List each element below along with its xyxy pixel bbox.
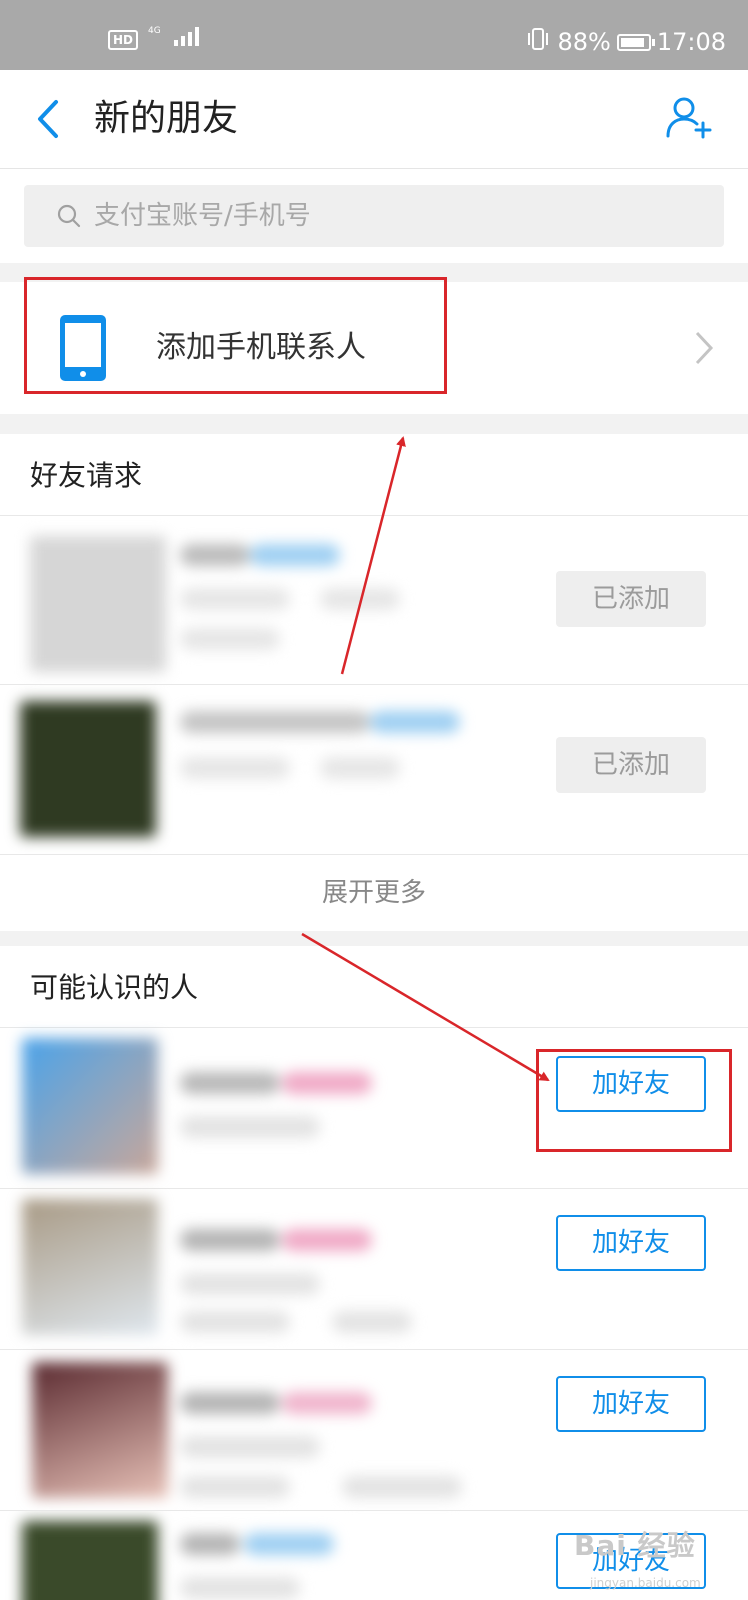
page-title: 新的朋友	[94, 98, 239, 139]
add-friend-button[interactable]	[664, 94, 714, 144]
blur-meta	[180, 628, 280, 650]
search-icon	[57, 204, 81, 228]
avatar	[20, 701, 156, 837]
blur-tag	[282, 1072, 372, 1094]
battery-icon	[616, 33, 655, 51]
battery-fill	[620, 37, 644, 47]
blur-name	[180, 1229, 280, 1251]
blur-name	[180, 1072, 280, 1094]
blurred-user-info	[20, 516, 510, 684]
blur-meta	[180, 588, 290, 610]
blur-meta	[342, 1476, 462, 1498]
clock: 17:08	[656, 28, 726, 56]
avatar	[22, 1038, 158, 1174]
blur-tag	[282, 1392, 372, 1414]
blurred-user-info	[12, 1189, 542, 1349]
friend-request-item: 已添加	[0, 516, 748, 684]
friend-requests-title: 好友请求	[30, 459, 143, 492]
vibrate-icon	[525, 26, 551, 58]
blurred-user-info	[12, 1511, 542, 1600]
chevron-left-icon	[38, 100, 58, 138]
blur-meta	[180, 1273, 320, 1295]
add-friend-inline-button[interactable]: 加好友	[556, 1215, 706, 1271]
added-button[interactable]: 已添加	[556, 737, 706, 793]
expand-more-button[interactable]: 展开更多	[0, 855, 748, 931]
status-bar: HD 4G 88% 17:08	[0, 0, 748, 70]
added-button[interactable]: 已添加	[556, 571, 706, 627]
battery-percent: 88%	[557, 28, 611, 56]
blur-meta	[332, 1311, 412, 1333]
status-left: HD 4G	[108, 24, 206, 50]
suggested-person-item: 加好友	[0, 1189, 748, 1349]
suggested-person-item: 加好友	[0, 1350, 748, 1510]
nav-bar: 新的朋友	[0, 70, 748, 169]
blur-tag	[244, 1533, 334, 1555]
back-button[interactable]	[30, 94, 70, 144]
avatar	[30, 536, 166, 672]
avatar	[22, 1199, 158, 1335]
friend-requests-section: 好友请求 已添加 已添加	[0, 434, 748, 854]
avatar	[32, 1362, 168, 1498]
people-you-may-know-section: 可能认识的人 加好友 加好友 加好友 加好友	[0, 946, 748, 1600]
blur-name	[180, 544, 250, 566]
add-user-icon	[666, 97, 712, 139]
blur-meta	[320, 757, 400, 779]
search-section	[0, 169, 748, 263]
blur-tag	[370, 711, 460, 733]
blur-tag	[250, 544, 340, 566]
friend-request-item: 已添加	[0, 685, 748, 853]
avatar	[22, 1521, 158, 1600]
chevron-right-icon	[695, 331, 714, 365]
highlight-box-add-friend	[536, 1049, 732, 1152]
hd-icon: HD	[108, 30, 139, 50]
status-right: 88% 17:08	[525, 26, 726, 58]
add-friend-inline-button[interactable]: 加好友	[556, 1376, 706, 1432]
blur-tag	[282, 1229, 372, 1251]
blurred-user-info	[12, 1350, 542, 1510]
watermark-url: jingyan.baidu.com	[590, 1576, 701, 1590]
blur-meta	[180, 1577, 300, 1599]
watermark-logo: Bai 经验	[574, 1529, 696, 1562]
search-box[interactable]	[24, 185, 724, 247]
blur-meta	[180, 1436, 320, 1458]
svg-text:4G: 4G	[148, 26, 161, 36]
blur-meta	[180, 1476, 290, 1498]
blur-meta	[180, 1116, 320, 1138]
search-input[interactable]	[94, 185, 694, 247]
highlight-box-contacts	[24, 277, 447, 394]
blur-meta	[320, 588, 400, 610]
blur-meta	[180, 757, 290, 779]
people-you-may-know-title: 可能认识的人	[30, 971, 199, 1004]
blur-name	[180, 711, 370, 733]
blur-name	[180, 1392, 280, 1414]
signal-icon: 4G	[148, 24, 206, 50]
blur-meta	[180, 1311, 290, 1333]
blurred-user-info	[12, 1028, 542, 1188]
blur-name	[180, 1533, 240, 1555]
blurred-user-info	[20, 685, 510, 853]
